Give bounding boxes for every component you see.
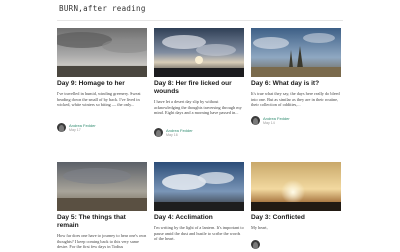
post-title[interactable]: Day 4: Acclimation xyxy=(154,214,244,222)
cloudy-sky-landscape-image xyxy=(57,28,147,77)
post-card-day-6[interactable]: Day 6: What day is it? It's true what th… xyxy=(251,28,341,108)
post-byline xyxy=(251,240,341,252)
golden-sunset-image xyxy=(251,162,341,211)
post-excerpt: How far does one have to journey to hear… xyxy=(57,233,147,250)
post-title[interactable]: Day 5: The things that remain xyxy=(57,214,147,230)
sunset-clouds-image xyxy=(154,28,244,77)
post-image[interactable] xyxy=(251,28,341,77)
post-image[interactable] xyxy=(251,162,341,211)
post-title[interactable]: Day 3: Conflicted xyxy=(251,214,341,222)
post-date: May 16 xyxy=(166,133,178,137)
author-avatar[interactable] xyxy=(251,240,260,249)
post-title[interactable]: Day 8: Her fire licked our wounds xyxy=(154,80,244,96)
author-avatar[interactable] xyxy=(57,123,66,132)
post-image[interactable] xyxy=(154,28,244,77)
desert-trees-sky-image xyxy=(251,28,341,77)
blue-sky-clouds-image xyxy=(154,162,244,211)
post-image[interactable] xyxy=(57,162,147,211)
post-grid: Day 9: Homage to her I've travelled in h… xyxy=(0,0,400,250)
post-title[interactable]: Day 9: Homage to her xyxy=(57,80,147,88)
post-date: May 17 xyxy=(69,128,81,132)
post-excerpt: It's true what they say, the days here r… xyxy=(251,91,340,108)
author-avatar[interactable] xyxy=(251,116,260,125)
post-card-day-8[interactable]: Day 8: Her fire licked our wounds I have… xyxy=(154,28,244,116)
post-byline: Andrea Fedder May 17 xyxy=(57,123,147,135)
dusty-horizon-image xyxy=(57,162,147,211)
post-card-day-3[interactable]: Day 3: Conflicted My heart, xyxy=(251,162,341,231)
post-excerpt: I've travelled in humid, winding greener… xyxy=(57,91,141,108)
post-date: May 14 xyxy=(263,121,275,125)
post-image[interactable] xyxy=(154,162,244,211)
post-byline: Andrea Fedder May 16 xyxy=(154,128,244,140)
post-image[interactable] xyxy=(57,28,147,77)
post-byline: Andrea Fedder May 14 xyxy=(251,116,341,128)
post-excerpt: My heart, xyxy=(251,225,268,230)
post-excerpt: I'm writing by the light of a lantern. I… xyxy=(154,225,244,242)
author-avatar[interactable] xyxy=(154,128,163,137)
post-excerpt: I have let a desert day slip by without … xyxy=(154,99,242,116)
post-card-day-9[interactable]: Day 9: Homage to her I've travelled in h… xyxy=(57,28,147,108)
post-title[interactable]: Day 6: What day is it? xyxy=(251,80,341,88)
post-card-day-4[interactable]: Day 4: Acclimation I'm writing by the li… xyxy=(154,162,244,242)
post-card-day-5[interactable]: Day 5: The things that remain How far do… xyxy=(57,162,147,250)
